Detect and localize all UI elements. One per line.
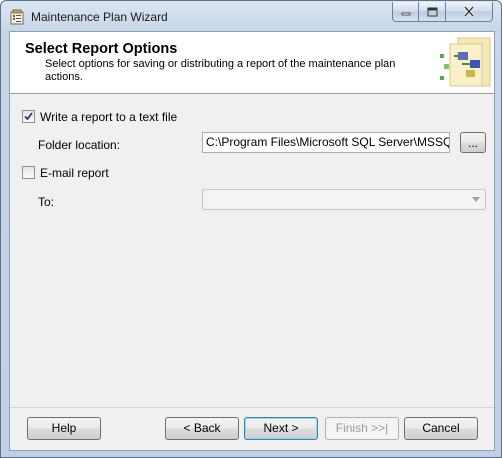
minimize-icon (401, 12, 410, 15)
minimize-button[interactable] (392, 2, 419, 22)
email-report-label[interactable]: E-mail report (40, 166, 109, 180)
email-report-checkbox[interactable] (22, 166, 35, 179)
folder-location-input[interactable]: C:\Program Files\Microsoft SQL Server\MS… (202, 132, 450, 153)
checkmark-icon (24, 112, 33, 121)
cancel-button[interactable]: Cancel (404, 417, 478, 440)
finish-button[interactable]: Finish >>| (325, 417, 399, 440)
maximize-icon (427, 7, 437, 16)
wizard-content: Select Report Options Select options for… (9, 31, 495, 451)
close-icon (463, 6, 475, 17)
folder-location-label: Folder location: (38, 138, 121, 152)
chevron-down-icon (472, 197, 480, 202)
window-title: Maintenance Plan Wizard (31, 10, 168, 24)
footer-divider (10, 407, 494, 408)
page-title: Select Report Options (25, 41, 178, 57)
write-report-label[interactable]: Write a report to a text file (40, 110, 177, 124)
back-button[interactable]: < Back (165, 417, 239, 440)
page-header: Select Report Options Select options for… (10, 32, 494, 94)
title-bar[interactable]: Maintenance Plan Wizard (1, 1, 501, 31)
to-operator-select[interactable] (202, 189, 486, 210)
wizard-illustration-icon (440, 37, 491, 87)
maximize-button[interactable] (419, 2, 446, 22)
to-label: To: (38, 195, 55, 209)
wizard-window: Maintenance Plan Wizard Select Report Op… (0, 0, 502, 458)
help-button[interactable]: Help (27, 417, 101, 440)
browse-folder-button[interactable]: ... (460, 132, 486, 153)
maintenance-plan-icon (9, 9, 25, 25)
page-description: Select options for saving or distributin… (45, 58, 396, 83)
close-button[interactable] (446, 2, 493, 22)
next-button[interactable]: Next > (244, 417, 318, 440)
write-report-checkbox[interactable] (22, 110, 35, 123)
